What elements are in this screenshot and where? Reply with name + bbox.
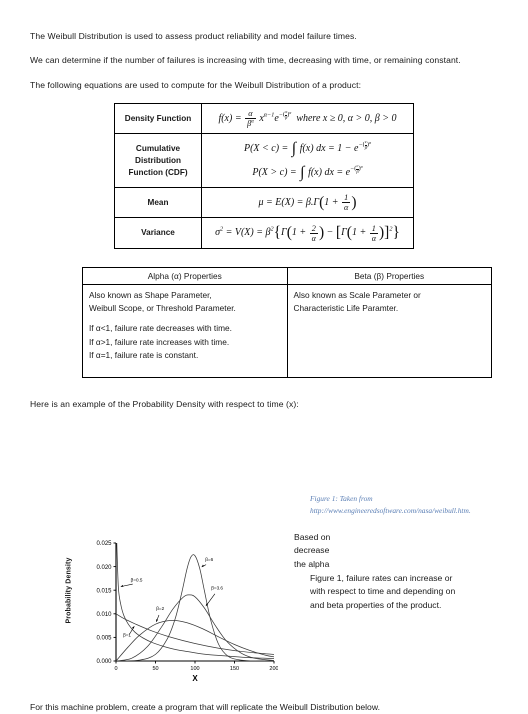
equations-table: Density Function f(x) = α βα xα−1e−(x β)α …: [114, 102, 414, 249]
row-label-cdf: Cumulative Distribution Function (CDF): [114, 133, 202, 189]
svg-text:β=2: β=2: [156, 606, 164, 611]
beta-line-1: Also known as Scale Parameter or: [293, 289, 421, 300]
figure-and-text-block: Probability Density 0.000 0.005 0.010 0.015…: [30, 494, 498, 687]
alpha-line-3: If α<1, failure rate decreases with time…: [89, 323, 232, 334]
chart-y-axis-title: Probability Density: [65, 557, 73, 624]
example-lead-text: Here is an example of the Probability De…: [30, 398, 299, 409]
svg-text:0.015: 0.015: [96, 588, 112, 594]
svg-text:0.010: 0.010: [96, 612, 112, 618]
svg-text:0: 0: [114, 666, 117, 672]
row-label-density-function: Density Function: [114, 102, 202, 135]
alpha-properties-cell: Also known as Shape Parameter, Weibull S…: [82, 283, 288, 378]
table-row: Variance σ2 = V(X) = β2{Γ(1 + 2 α) − [Γ(1…: [114, 217, 414, 249]
beta-line-2: Characteristic Life Paramter.: [293, 303, 399, 314]
svg-text:50: 50: [152, 666, 158, 672]
alpha-line-5: If α=1, failure rate is constant.: [89, 350, 199, 361]
table-row: Also known as Shape Parameter, Weibull S…: [82, 283, 492, 378]
intro-paragraph-1: The Weibull Distribution is used to asse…: [30, 31, 357, 41]
document-page: The Weibull Distribution is used to asse…: [0, 0, 528, 712]
svg-text:0.020: 0.020: [96, 565, 112, 571]
beta-properties-cell: Also known as Scale Parameter or Charact…: [286, 283, 492, 378]
alpha-line-1: Also known as Shape Parameter,: [89, 289, 212, 300]
column-header-alpha: Alpha (α) Properties: [82, 266, 288, 285]
svg-text:β=6: β=6: [205, 557, 213, 562]
figure-caption-line-2: http://www.engineeredsoftware.com/nasa/w…: [310, 505, 471, 515]
wrap-right-line-1: Figure 1, failure rates can increase or: [310, 573, 453, 583]
figure-caption-line-1: Figure 1: Taken from: [310, 494, 373, 503]
table-row: Mean μ = E(X) = β.Γ(1 + 1 α): [114, 187, 414, 219]
row-label-variance: Variance: [114, 217, 202, 249]
row-formula-mean: μ = E(X) = β.Γ(1 + 1 α): [201, 187, 414, 219]
svg-text:X: X: [192, 674, 198, 683]
row-label-mean: Mean: [114, 187, 202, 219]
closing-line: For this machine problem, create a progr…: [30, 702, 380, 713]
wrap-right-line-2: with respect to time and depending on: [310, 586, 456, 597]
table-row: Cumulative Distribution Function (CDF) P…: [114, 133, 414, 189]
wrap-right-line-3: and beta properties of the product.: [310, 599, 442, 610]
row-formula-cdf: P(X < c) = ∫ f(x) dx = 1 − e−(c β)α P(X >…: [201, 133, 414, 189]
svg-text:0.000: 0.000: [96, 659, 112, 665]
wrap-text-right: Figure 1, failure rates can increase or …: [310, 572, 510, 612]
row-formula-variance: σ2 = V(X) = β2{Γ(1 + 2 α) − [Γ(1 + 1 α)]2}: [201, 217, 414, 249]
table-header-row: Alpha (α) Properties Beta (β) Properties: [82, 266, 492, 285]
row-formula-density-function: f(x) = α βα xα−1e−(x β)α where x ≥ 0, α > …: [201, 102, 414, 135]
figure-caption: Figure 1: Taken from http://www.engineer…: [310, 493, 510, 517]
svg-text:150: 150: [230, 666, 239, 672]
chart-svg: 0.000 0.005 0.010 0.015 0.020 0.025 0 50 100 150 2…: [96, 541, 278, 683]
properties-table: Alpha (α) Properties Beta (β) Properties…: [82, 266, 492, 378]
table-row: Density Function f(x) = α βα xα−1e−(x β)α …: [114, 102, 414, 135]
column-header-beta: Beta (β) Properties: [286, 266, 492, 285]
svg-text:200: 200: [269, 666, 278, 672]
intro-paragraph-2: We can determine if the number of failur…: [30, 55, 461, 66]
weibull-density-chart: Probability Density 0.000 0.005 0.010 0.015…: [66, 535, 279, 685]
svg-text:β=0.5: β=0.5: [131, 578, 143, 583]
svg-text:β=3.6: β=3.6: [211, 585, 223, 590]
alpha-line-4: If α>1, failure rate increases with time…: [89, 336, 230, 347]
alpha-line-2: Weibull Scope, or Threshold Parameter.: [89, 303, 236, 314]
svg-text:0.005: 0.005: [96, 636, 112, 642]
intro-paragraph-3: The following equations are used to comp…: [30, 79, 362, 90]
svg-text:100: 100: [190, 666, 199, 672]
svg-text:0.025: 0.025: [96, 541, 112, 547]
